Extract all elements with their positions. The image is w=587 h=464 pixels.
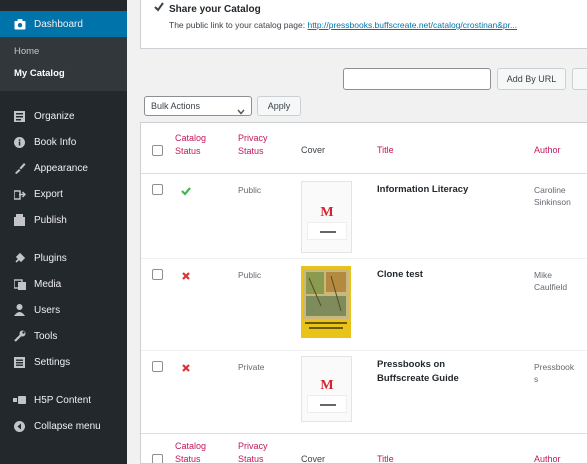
- footer-author[interactable]: Author: [534, 453, 561, 463]
- users-icon: [13, 304, 26, 316]
- publish-icon: [13, 214, 26, 226]
- sidebar-item-label: Collapse menu: [34, 420, 101, 432]
- tools-icon: [13, 330, 26, 342]
- select-all-checkbox-footer[interactable]: [152, 454, 163, 463]
- sidebar-item-label: Dashboard: [34, 18, 83, 30]
- bulk-actions-value: Bulk Actions: [151, 101, 201, 111]
- sidebar-item-export[interactable]: Export: [0, 181, 127, 207]
- sidebar-item-label: Appearance: [34, 162, 88, 174]
- catalog-public-link[interactable]: http://pressbooks.buffscreate.net/catalo…: [307, 20, 517, 30]
- collapse-menu-button[interactable]: Collapse menu: [0, 413, 127, 439]
- sidebar-item-label: Book Info: [34, 136, 77, 148]
- bulk-actions-select[interactable]: Bulk Actions: [144, 96, 252, 116]
- table-row: Public Clone test Mike Caulfield: [141, 260, 587, 351]
- footer-cover: Cover: [301, 454, 326, 464]
- sidebar-item-label: Settings: [34, 356, 71, 368]
- table-row: Private M Pressbooks on Buffscreate Guide…: [141, 352, 587, 432]
- collapse-icon: [13, 420, 26, 432]
- settings-icon: [13, 356, 26, 368]
- book-title[interactable]: Clone test: [377, 268, 423, 282]
- plugins-icon: [13, 252, 26, 264]
- share-title: Share your Catalog: [169, 4, 261, 15]
- footer-title[interactable]: Title: [377, 453, 394, 463]
- search-input[interactable]: [343, 68, 491, 90]
- dashboard-icon: [13, 18, 26, 30]
- row-checkbox[interactable]: [152, 361, 163, 372]
- sidebar-item-label: Plugins: [34, 252, 67, 264]
- sidebar-item-label: Users: [34, 304, 61, 316]
- sidebar-item-h5p-content[interactable]: H5P Content: [0, 387, 127, 413]
- privacy-status: Public: [238, 185, 262, 195]
- book-cover: M: [301, 356, 352, 422]
- sidebar-item-plugins[interactable]: Plugins: [0, 245, 127, 271]
- sidebar-item-label: Media: [34, 278, 62, 290]
- row-checkbox[interactable]: [152, 269, 163, 280]
- sidebar-item-label: Publish: [34, 214, 67, 226]
- privacy-status: Public: [238, 270, 262, 280]
- privacy-status: Private: [238, 362, 265, 372]
- apply-button[interactable]: Apply: [257, 96, 301, 116]
- table-header-row: Catalog Status Privacy Status Cover Title …: [141, 123, 587, 174]
- share-description: The public link to your catalog page: ht…: [169, 20, 587, 30]
- sidebar-item-label: Organize: [34, 110, 75, 122]
- book-title[interactable]: Information Literacy: [377, 183, 468, 197]
- sidebar-item-label: Export: [34, 188, 63, 200]
- book-cover-image: [301, 266, 351, 338]
- x-icon[interactable]: [180, 270, 192, 282]
- submenu-my-catalog[interactable]: My Catalog: [0, 63, 127, 85]
- table-row: Public M Information Literacy Caroline Si…: [141, 175, 587, 259]
- sidebar-item-publish[interactable]: Publish: [0, 207, 127, 233]
- book-title[interactable]: Pressbooks on Buffscreate Guide: [377, 358, 459, 386]
- sidebar-item-label: H5P Content: [34, 394, 92, 406]
- sidebar-item-appearance[interactable]: Appearance: [0, 155, 127, 181]
- sidebar-item-dashboard[interactable]: Dashboard: [0, 11, 127, 37]
- organize-icon: [13, 110, 26, 122]
- footer-catalog-status[interactable]: Catalog Status: [175, 440, 206, 463]
- svg-text:M: M: [320, 205, 333, 220]
- submenu-home[interactable]: Home: [0, 41, 127, 63]
- search-button[interactable]: [572, 68, 587, 90]
- svg-text:M: M: [320, 378, 333, 393]
- export-icon: [13, 188, 26, 200]
- header-author[interactable]: Author: [534, 144, 561, 157]
- table-footer-row: Catalog Status Privacy Status Cover Title …: [141, 433, 587, 464]
- share-checkbox[interactable]: [154, 2, 164, 12]
- sidebar-item-media[interactable]: Media: [0, 271, 127, 297]
- header-privacy-status[interactable]: Privacy Status: [238, 132, 268, 158]
- share-description-text: The public link to your catalog page:: [169, 20, 306, 30]
- x-icon[interactable]: [180, 362, 192, 374]
- dashboard-submenu: Home My Catalog: [0, 37, 127, 91]
- catalog-table: Catalog Status Privacy Status Cover Title …: [140, 122, 587, 464]
- footer-privacy-status[interactable]: Privacy Status: [238, 440, 268, 463]
- sidebar-item-book-info[interactable]: Book Info: [0, 129, 127, 155]
- book-author: Mike Caulfield: [534, 270, 568, 292]
- header-title[interactable]: Title: [377, 144, 394, 157]
- sidebar-item-tools[interactable]: Tools: [0, 323, 127, 349]
- row-checkbox[interactable]: [152, 184, 163, 195]
- sidebar-item-organize[interactable]: Organize: [0, 103, 127, 129]
- admin-sidebar: Dashboard Home My Catalog Organize Book …: [0, 0, 127, 464]
- sidebar-item-label: Tools: [34, 330, 58, 342]
- book-info-icon: [13, 136, 26, 148]
- chevron-down-icon: [237, 103, 245, 121]
- add-by-url-button[interactable]: Add By URL: [497, 68, 566, 90]
- media-icon: [13, 278, 26, 290]
- book-author: Caroline Sinkinson: [534, 185, 571, 207]
- book-cover: M: [301, 181, 352, 253]
- header-catalog-status[interactable]: Catalog Status: [175, 132, 206, 158]
- sidebar-item-settings[interactable]: Settings: [0, 349, 127, 375]
- book-author: Pressbook s: [534, 362, 575, 384]
- share-catalog-box: Share your Catalog The public link to yo…: [140, 0, 587, 49]
- header-cover: Cover: [301, 145, 326, 155]
- main-content: Share your Catalog The public link to yo…: [127, 0, 587, 464]
- appearance-icon: [13, 162, 26, 174]
- check-icon[interactable]: [180, 185, 192, 197]
- sidebar-item-users[interactable]: Users: [0, 297, 127, 323]
- select-all-checkbox[interactable]: [152, 145, 163, 156]
- h5p-icon: [13, 394, 26, 406]
